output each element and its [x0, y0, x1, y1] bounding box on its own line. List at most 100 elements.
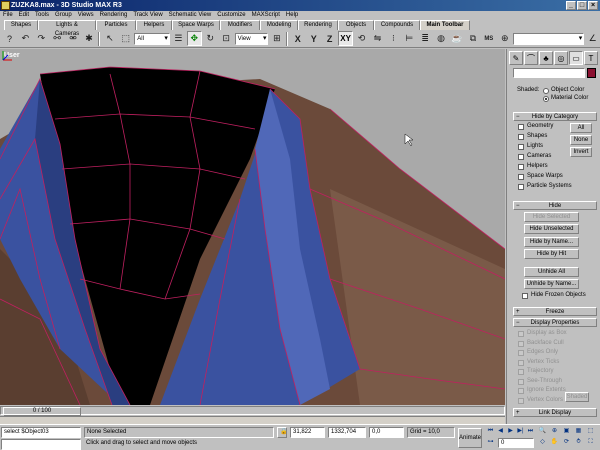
menu-item-group[interactable]: Group — [55, 11, 72, 20]
go-to-start-icon[interactable]: ⏮ — [486, 428, 495, 437]
display-tab-icon[interactable]: ▭ — [569, 51, 583, 65]
tab-compounds[interactable]: Compounds — [374, 20, 420, 30]
previous-frame-icon[interactable]: ◀ — [496, 428, 505, 437]
menu-item-views[interactable]: Views — [78, 11, 94, 20]
select-and-scale-icon[interactable]: ⊡ — [219, 31, 234, 46]
menu-item-file[interactable]: File — [3, 11, 13, 20]
freeze-rollout[interactable]: + Freeze — [513, 307, 597, 316]
animate-button[interactable]: Animate — [458, 428, 482, 448]
menu-item-tools[interactable]: Tools — [35, 11, 49, 20]
mirror-icon[interactable]: ⇋ — [370, 31, 385, 46]
create-tab-icon[interactable]: ✎ — [509, 51, 523, 65]
tab-rendering[interactable]: Rendering — [298, 20, 338, 30]
snap-toggle-icon[interactable]: ⊕ — [497, 31, 512, 46]
category-invert-button[interactable]: Invert — [570, 147, 592, 157]
arc-rotate-selected-icon[interactable]: ⥁ — [574, 439, 583, 448]
inverse-kinematics-icon[interactable]: ⟲ — [354, 31, 369, 46]
hide-selected-button[interactable]: Hide Selected — [524, 212, 579, 222]
region-select-icon[interactable]: ⬚ — [118, 31, 133, 46]
hide-category-lights-checkbox[interactable] — [518, 144, 524, 150]
tab-modeling[interactable]: Modeling — [260, 20, 298, 30]
utilities-tab-icon[interactable]: T — [584, 51, 598, 65]
zoom-all-icon[interactable]: ⊕ — [550, 428, 559, 437]
maximize-viewport-icon[interactable]: ⛶ — [586, 439, 595, 448]
select-by-name-icon[interactable]: ☰ — [171, 31, 186, 46]
pivot-center-icon[interactable]: ⊞ — [269, 31, 284, 46]
pan-icon[interactable]: ✋ — [550, 439, 559, 448]
selection-lock-icon[interactable]: 🔒 — [277, 427, 287, 438]
tab-objects[interactable]: Objects — [338, 20, 374, 30]
display-properties-rollout[interactable]: − Display Properties — [513, 318, 597, 327]
display-prop-vertex-colors-checkbox[interactable] — [518, 397, 524, 404]
material-color-radio[interactable] — [543, 96, 549, 102]
track-bar[interactable] — [0, 416, 505, 424]
menu-item-schematic-view[interactable]: Schematic View — [169, 11, 212, 20]
select-object-icon[interactable]: ↖ — [102, 31, 117, 46]
maximize-button[interactable]: □ — [577, 1, 587, 10]
display-prop-trajectory-checkbox[interactable] — [518, 369, 524, 375]
quick-render-icon[interactable]: ⧉ — [465, 31, 480, 46]
tab-shapes[interactable]: Shapes — [4, 20, 38, 30]
tab-main-toolbar[interactable]: Main Toolbar — [420, 20, 470, 30]
angle-snap-icon[interactable]: ∠ — [585, 31, 600, 46]
reference-coordinate-dropdown[interactable]: View — [234, 32, 269, 45]
zoom-icon[interactable]: 🔍 — [538, 428, 547, 437]
material-editor-icon[interactable]: ◍ — [434, 31, 449, 46]
display-prop-display-as-box-checkbox[interactable] — [518, 331, 524, 337]
maxscript-listener[interactable]: select $Object03 — [1, 427, 81, 438]
object-name-field[interactable] — [513, 68, 585, 78]
restrict-x-button[interactable]: X — [290, 31, 305, 46]
menu-item-customize[interactable]: Customize — [217, 11, 245, 20]
key-mode-icon[interactable]: ⊶ — [486, 439, 495, 448]
hide-unselected-button[interactable]: Hide Unselected — [524, 224, 579, 234]
display-prop-see-through-checkbox[interactable] — [518, 378, 524, 385]
display-prop-backface-cull-checkbox[interactable] — [518, 340, 524, 347]
motion-tab-icon[interactable]: ◎ — [554, 51, 568, 65]
category-all-button[interactable]: All — [570, 123, 592, 133]
bind-space-warp-icon[interactable]: ✱ — [82, 31, 97, 46]
restrict-xy-button[interactable]: XY — [338, 31, 354, 46]
named-selection-dropdown[interactable] — [513, 32, 585, 45]
hide-by-hit-button[interactable]: Hide by Hit — [524, 249, 579, 259]
tab-lights-cameras[interactable]: Lights & Cameras — [38, 20, 96, 37]
track-view-icon[interactable]: ≣ — [418, 31, 433, 46]
align-icon[interactable]: ⊨ — [402, 31, 417, 46]
user-viewport[interactable]: User — [0, 49, 505, 405]
select-and-move-icon[interactable]: ✥ — [186, 31, 202, 46]
link-display-rollout[interactable]: + Link Display — [513, 408, 597, 417]
max-script-icon[interactable]: MS — [481, 31, 496, 46]
hide-by-category-rollout[interactable]: − Hide by Category — [513, 112, 597, 121]
hide-by-name-button[interactable]: Hide by Name... — [524, 237, 579, 247]
tab-helpers[interactable]: Helpers — [136, 20, 172, 30]
hide-category-particle-systems-checkbox[interactable] — [518, 184, 524, 190]
select-and-rotate-icon[interactable]: ↻ — [203, 31, 218, 46]
unlink-selection-icon[interactable]: ⚮ — [66, 31, 81, 46]
minimize-button[interactable]: _ — [566, 1, 576, 10]
vertex-colors-shaded-button[interactable]: Shaded — [565, 392, 589, 402]
modify-tab-icon[interactable]: ⌒ — [524, 51, 538, 65]
restrict-y-button[interactable]: Y — [306, 31, 321, 46]
z-coordinate-field[interactable]: 0,0 — [369, 427, 404, 438]
current-frame-field[interactable]: 0 — [498, 438, 534, 448]
go-to-end-icon[interactable]: ⏭ — [526, 428, 535, 437]
maxscript-input[interactable] — [1, 439, 81, 450]
display-prop-vertex-ticks-checkbox[interactable] — [518, 359, 524, 366]
menu-item-edit[interactable]: Edit — [19, 11, 29, 20]
redo-icon[interactable]: ↷ — [34, 31, 49, 46]
play-icon[interactable]: ▶ — [506, 428, 515, 437]
category-none-button[interactable]: None — [570, 135, 592, 145]
menu-item-maxscript[interactable]: MAXScript — [252, 11, 280, 20]
unhide-by-name-button[interactable]: Unhide by Name... — [524, 279, 579, 289]
select-and-link-icon[interactable]: ⚯ — [50, 31, 65, 46]
tab-space-warps[interactable]: Space Warps — [172, 20, 220, 30]
arc-rotate-icon[interactable]: ⟳ — [562, 439, 571, 448]
menu-item-track-view[interactable]: Track View — [133, 11, 162, 20]
unhide-all-button[interactable]: Unhide All — [524, 267, 579, 277]
zoom-extents-all-icon[interactable]: ▦ — [574, 428, 583, 437]
tab-particles[interactable]: Particles — [96, 20, 136, 30]
time-slider-thumb[interactable]: 0 / 100 — [3, 407, 81, 416]
menu-item-rendering[interactable]: Rendering — [100, 11, 128, 20]
close-button[interactable]: × — [588, 1, 598, 10]
render-scene-icon[interactable]: ☕ — [450, 31, 465, 46]
time-slider[interactable]: 0 / 100 — [0, 406, 505, 416]
